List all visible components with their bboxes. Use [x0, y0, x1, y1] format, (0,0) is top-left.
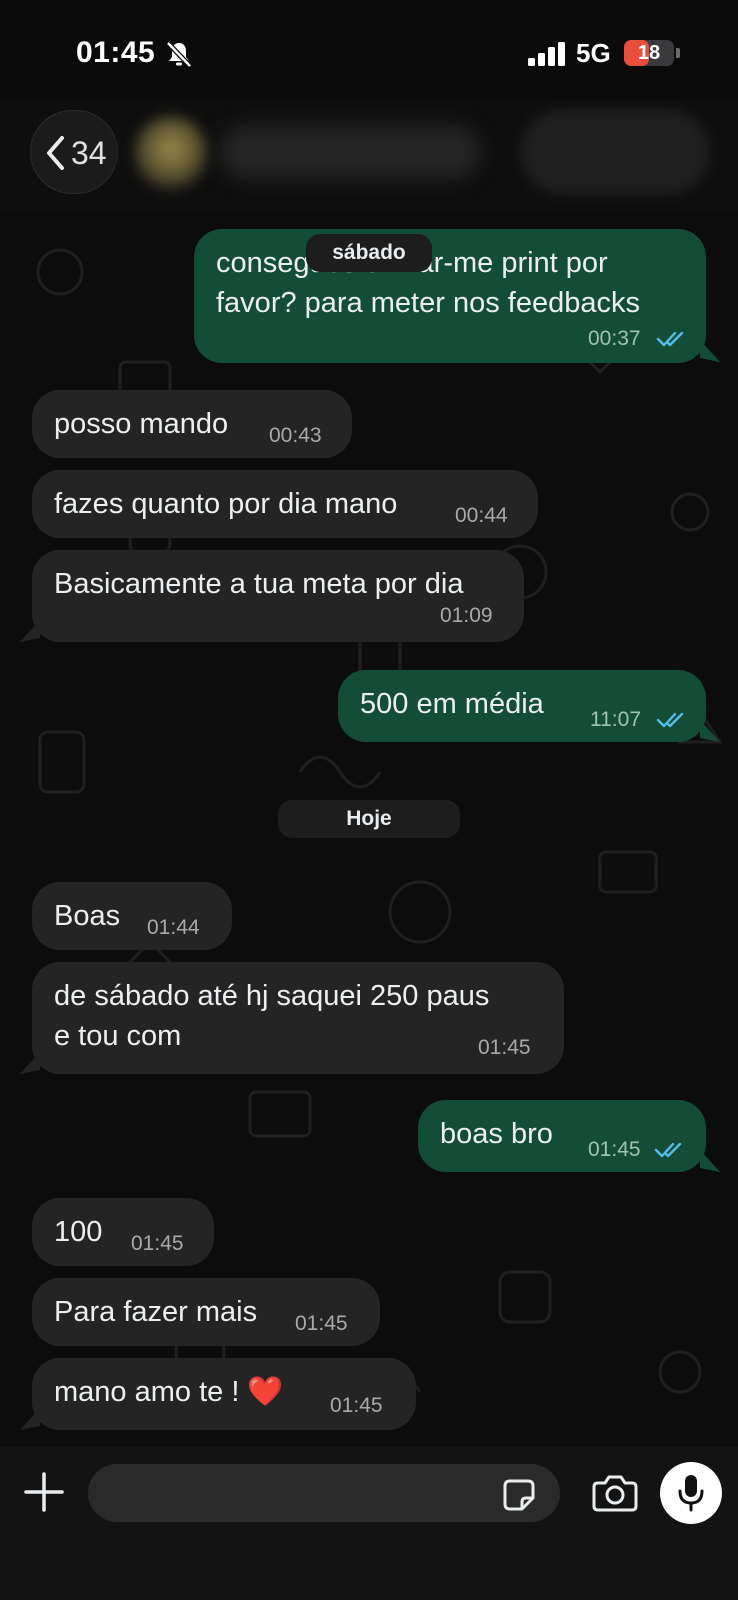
bubble-tail [700, 720, 720, 742]
date-separator: Hoje [278, 800, 460, 838]
message-time: 01:45 [588, 1138, 641, 1161]
message-bubble-outgoing[interactable]: 500 em média 11:07 [338, 670, 706, 742]
battery-percentage: 18 [637, 42, 661, 64]
message-text: fazes quanto por dia mano [54, 488, 398, 520]
message-text: de sábado até hj saquei 250 paus e tou c… [54, 976, 489, 1056]
message-time: 01:45 [330, 1394, 383, 1417]
message-time: 01:45 [295, 1312, 348, 1335]
double-check-icon [656, 712, 684, 728]
camera-icon[interactable] [592, 1474, 638, 1512]
message-composer [0, 1446, 738, 1600]
message-bubble-incoming[interactable]: fazes quanto por dia mano 00:44 [32, 470, 538, 538]
message-bubble-incoming[interactable]: mano amo te ! ❤️ 01:45 [32, 1358, 416, 1430]
back-button[interactable]: 34 [30, 110, 118, 194]
message-text: 100 [54, 1216, 103, 1248]
message-time: 00:43 [269, 424, 322, 447]
message-time: 00:37 [588, 327, 641, 350]
message-text: posso mando [54, 408, 229, 440]
message-time: 00:44 [455, 504, 508, 527]
chat-area[interactable]: consegues enviar-me print por favor? par… [0, 212, 738, 1446]
message-bubble-incoming[interactable]: Basicamente a tua meta por dia 01:09 [32, 550, 524, 642]
message-text: Basicamente a tua meta por dia [54, 568, 464, 600]
mic-button[interactable] [660, 1462, 722, 1524]
message-text: Boas [54, 900, 121, 932]
bubble-tail [20, 1408, 40, 1430]
message-input[interactable] [88, 1464, 560, 1522]
message-text: Para fazer mais [54, 1296, 258, 1328]
double-check-icon [654, 1142, 682, 1158]
message-bubble-incoming[interactable]: posso mando 00:43 [32, 390, 352, 458]
message-bubble-outgoing[interactable]: boas bro 01:45 [418, 1100, 706, 1172]
message-bubble-outgoing[interactable]: consegues enviar-me print por favor? par… [194, 229, 706, 363]
bell-slash-icon [166, 41, 192, 68]
chevron-left-icon [47, 136, 64, 170]
message-bubble-incoming[interactable]: Para fazer mais 01:45 [32, 1278, 380, 1346]
message-time: 11:07 [590, 708, 641, 731]
message-line: favor? para meter nos feedbacks [216, 287, 640, 319]
plus-icon[interactable] [24, 1472, 64, 1512]
contact-avatar[interactable] [134, 116, 208, 190]
date-separator: sábado [306, 234, 432, 272]
bubble-tail [20, 1052, 40, 1074]
message-bubble-incoming[interactable]: 100 01:45 [32, 1198, 214, 1266]
bubble-tail [20, 620, 40, 642]
battery-icon: 18 [624, 40, 674, 66]
bubble-tail [700, 340, 720, 362]
message-time: 01:09 [440, 604, 493, 627]
message-line: e tou com [54, 1020, 182, 1052]
mic-icon [678, 1475, 704, 1512]
message-time: 01:45 [131, 1232, 184, 1255]
message-bubble-incoming[interactable]: de sábado até hj saquei 250 paus e tou c… [32, 962, 564, 1074]
message-time: 01:44 [147, 916, 200, 939]
battery-cap [676, 48, 680, 58]
unread-count: 34 [71, 135, 107, 171]
message-text: 500 em média [360, 688, 544, 720]
network-label: 5G [576, 38, 611, 68]
message-line: de sábado até hj saquei 250 paus [54, 980, 490, 1012]
message-bubble-incoming[interactable]: Boas 01:44 [32, 882, 232, 950]
status-bar: 01:45 5G 18 [0, 0, 738, 100]
sticker-icon[interactable] [502, 1478, 536, 1512]
bubble-tail [700, 1150, 720, 1172]
message-time: 01:45 [478, 1036, 531, 1059]
status-time: 01:45 [76, 36, 156, 69]
double-check-icon [656, 331, 684, 347]
header-actions-redacted[interactable] [520, 110, 710, 194]
signal-icon [528, 42, 565, 66]
chat-header: 34 [0, 100, 738, 212]
contact-name-redacted[interactable] [220, 126, 480, 178]
message-text: mano amo te ! ❤️ [54, 1376, 284, 1408]
message-text: boas bro [440, 1118, 553, 1150]
